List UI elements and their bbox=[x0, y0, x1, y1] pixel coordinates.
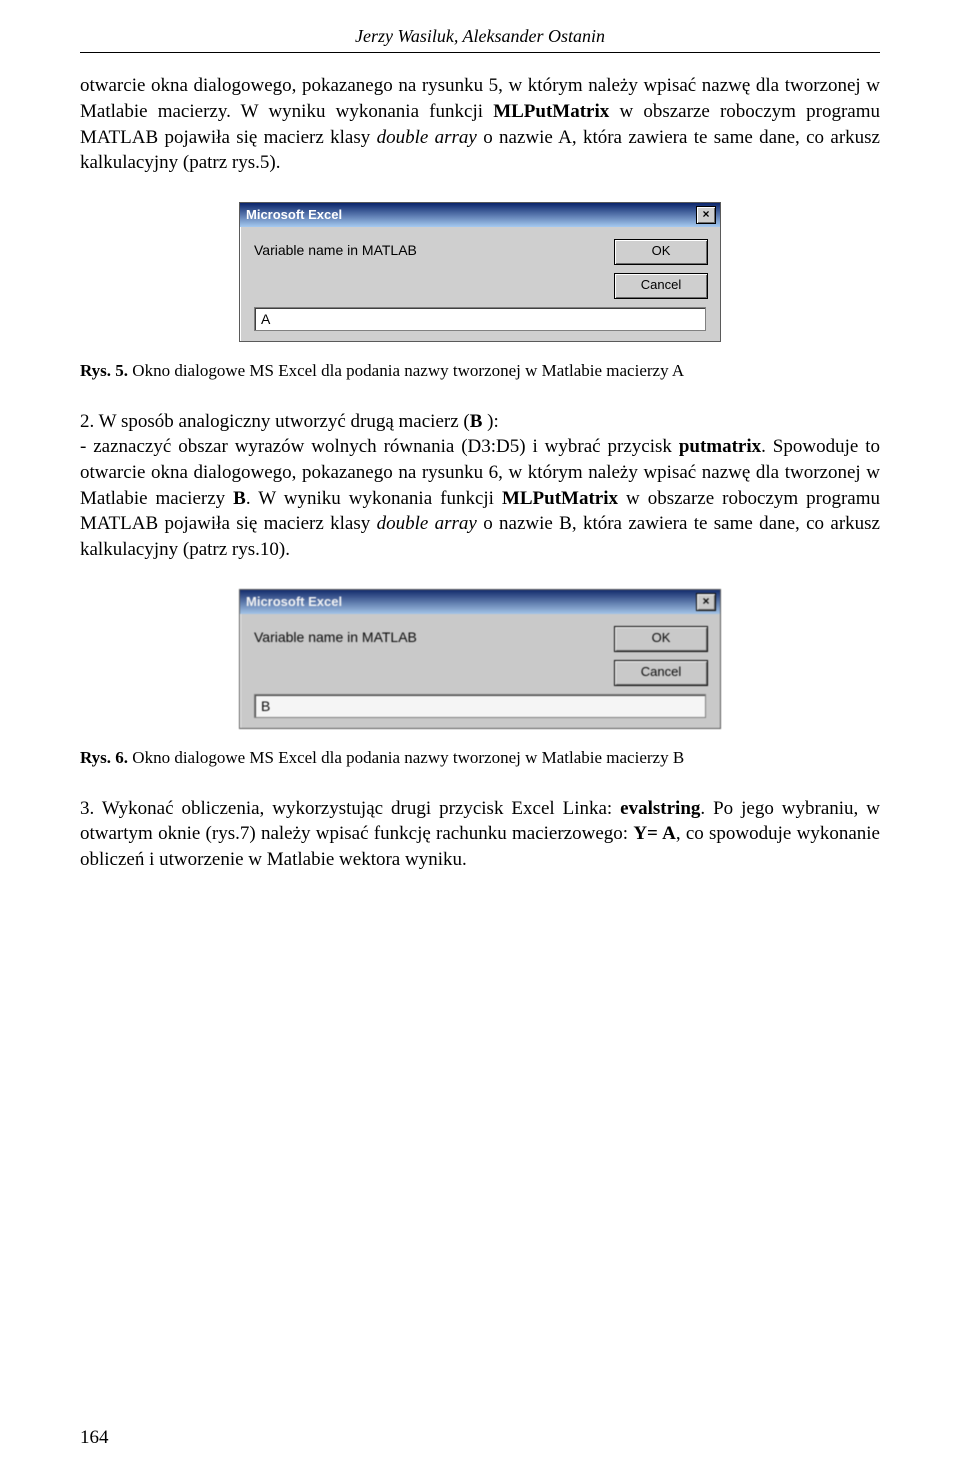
caption-label: Rys. 5. bbox=[80, 361, 132, 380]
text: - zaznaczyć obszar wyrazów wolnych równa… bbox=[80, 436, 679, 457]
dialog-titlebar: Microsoft Excel × bbox=[240, 590, 720, 614]
caption-text: Okno dialogowe MS Excel dla podania nazw… bbox=[132, 748, 684, 767]
figure-6: Microsoft Excel × Variable name in MATLA… bbox=[80, 589, 880, 729]
text-italic: double array bbox=[377, 513, 477, 534]
dialog-input-row bbox=[240, 307, 720, 331]
dialog-label: Variable name in MATLAB bbox=[254, 626, 614, 647]
paragraph-2: 2. W sposób analogiczny utworzyć drugą m… bbox=[80, 409, 880, 563]
dialog-excel-1: Microsoft Excel × Variable name in MATLA… bbox=[239, 202, 721, 342]
text-italic: double array bbox=[377, 127, 477, 148]
text: . W wyniku wykonania funkcji bbox=[246, 488, 502, 509]
dialog-title: Microsoft Excel bbox=[246, 206, 696, 224]
ok-button[interactable]: OK bbox=[614, 626, 708, 652]
text-bold: Y= A bbox=[633, 823, 675, 844]
paragraph-1: otwarcie okna dialogowego, pokazanego na… bbox=[80, 73, 880, 176]
figure-5-caption: Rys. 5. Okno dialogowe MS Excel dla poda… bbox=[80, 360, 880, 383]
dialog-title: Microsoft Excel bbox=[246, 593, 696, 611]
dialog-body: Variable name in MATLAB OK Cancel bbox=[240, 614, 720, 694]
text-bold: B bbox=[233, 488, 246, 509]
variable-name-input[interactable] bbox=[254, 694, 706, 718]
text-bold: MLPutMatrix bbox=[502, 488, 618, 509]
variable-name-input[interactable] bbox=[254, 307, 706, 331]
dialog-excel-2: Microsoft Excel × Variable name in MATLA… bbox=[239, 589, 721, 729]
caption-text: Okno dialogowe MS Excel dla podania nazw… bbox=[132, 361, 684, 380]
dialog-input-row bbox=[240, 694, 720, 718]
cancel-button[interactable]: Cancel bbox=[614, 660, 708, 686]
header-authors: Jerzy Wasiluk, Aleksander Ostanin bbox=[80, 24, 880, 48]
text: 3. Wykonać obliczenia, wykorzystując dru… bbox=[80, 798, 620, 819]
page: Jerzy Wasiluk, Aleksander Ostanin otwarc… bbox=[0, 0, 960, 1477]
dialog-body: Variable name in MATLAB OK Cancel bbox=[240, 227, 720, 307]
text-bold: B bbox=[470, 411, 483, 432]
header-divider bbox=[80, 52, 880, 53]
dialog-buttons: OK Cancel bbox=[614, 239, 708, 299]
figure-5: Microsoft Excel × Variable name in MATLA… bbox=[80, 202, 880, 342]
dialog-label: Variable name in MATLAB bbox=[254, 239, 614, 260]
cancel-button[interactable]: Cancel bbox=[614, 273, 708, 299]
ok-button[interactable]: OK bbox=[614, 239, 708, 265]
text: ): bbox=[482, 411, 498, 432]
figure-6-caption: Rys. 6. Okno dialogowe MS Excel dla poda… bbox=[80, 747, 880, 770]
text-bold: putmatrix bbox=[679, 436, 761, 457]
text-bold: MLPutMatrix bbox=[493, 101, 609, 122]
paragraph-3: 3. Wykonać obliczenia, wykorzystując dru… bbox=[80, 796, 880, 873]
close-icon[interactable]: × bbox=[696, 593, 716, 611]
caption-label: Rys. 6. bbox=[80, 748, 132, 767]
text: 2. W sposób analogiczny utworzyć drugą m… bbox=[80, 411, 470, 432]
close-icon[interactable]: × bbox=[696, 206, 716, 224]
dialog-buttons: OK Cancel bbox=[614, 626, 708, 686]
dialog-titlebar: Microsoft Excel × bbox=[240, 203, 720, 227]
text-bold: evalstring bbox=[620, 798, 700, 819]
page-number: 164 bbox=[80, 1425, 109, 1451]
